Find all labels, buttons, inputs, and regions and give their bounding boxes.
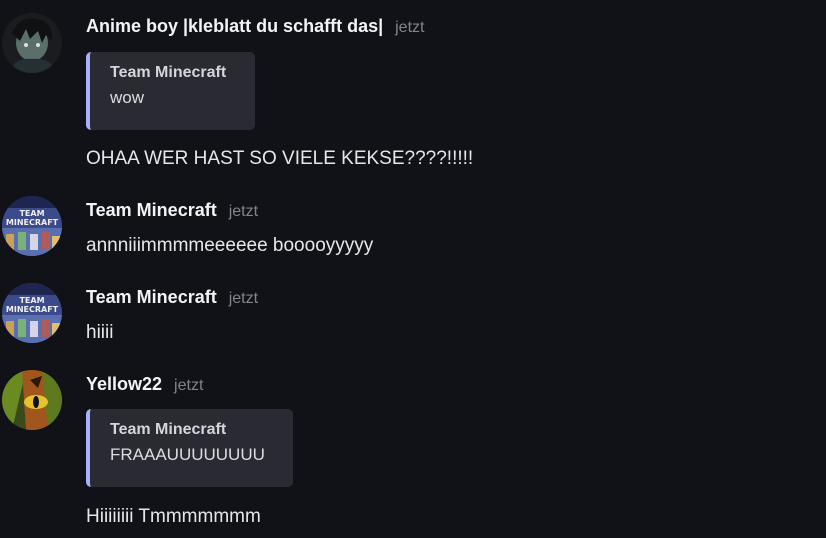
avatar-text-line: MINECRAFT — [6, 218, 59, 227]
avatar[interactable]: TEAM MINECRAFT — [2, 196, 62, 256]
quote-author: Team Minecraft — [110, 64, 227, 81]
anime-boy-avatar-icon — [2, 13, 62, 73]
avatar-text-line: MINECRAFT — [6, 305, 59, 314]
message-text: annniiimmmmeeeeee booooyyyyy — [86, 235, 374, 256]
avatar[interactable] — [2, 370, 62, 430]
timestamp: jetzt — [228, 290, 259, 307]
message-header: Team Minecraft jetzt — [86, 287, 258, 308]
avatar-text-line: TEAM — [19, 209, 44, 218]
timestamp: jetzt — [395, 19, 425, 36]
message-header: Anime boy |kleblatt du schafft das| jetz… — [86, 16, 424, 37]
message-text: OHAA WER HAST SO VIELE KEKSE????!!!!! — [86, 148, 474, 169]
quote-author: Team Minecraft — [110, 421, 227, 438]
reply-quote[interactable]: Team Minecraft wow — [86, 52, 255, 130]
timestamp: jetzt — [174, 377, 204, 394]
avatar-text-line: TEAM — [19, 296, 44, 305]
timestamp: jetzt — [228, 203, 259, 220]
message-text: hiiii — [86, 322, 114, 343]
message-text: Hiiiiiiii Tmmmmmmm — [86, 506, 261, 527]
avatar[interactable]: TEAM MINECRAFT — [2, 283, 62, 343]
message-header: Yellow22 jetzt — [86, 374, 203, 395]
message-header: Team Minecraft jetzt — [86, 200, 258, 221]
quote-text: wow — [110, 88, 145, 107]
quote-text: FRAAAUUUUUUUU — [110, 445, 265, 464]
username[interactable]: Team Minecraft — [86, 200, 217, 221]
cat-eye-avatar-icon — [2, 370, 62, 430]
team-minecraft-avatar-icon: TEAM MINECRAFT — [2, 283, 62, 343]
username[interactable]: Team Minecraft — [86, 287, 217, 308]
username[interactable]: Anime boy |kleblatt du schafft das| — [86, 16, 383, 37]
reply-quote[interactable]: Team Minecraft FRAAAUUUUUUUU — [86, 409, 293, 487]
avatar[interactable] — [2, 13, 62, 73]
team-minecraft-avatar-icon: TEAM MINECRAFT — [2, 196, 62, 256]
username[interactable]: Yellow22 — [86, 374, 162, 395]
